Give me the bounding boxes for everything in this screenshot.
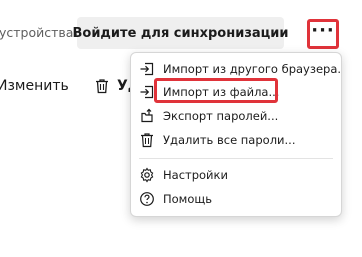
highlight-annotation	[154, 78, 278, 103]
sync-signin-button[interactable]: Войдите для синхронизации	[72, 17, 289, 49]
export-icon	[139, 108, 155, 124]
menu-item-export-passwords[interactable]: Экспорт паролей...	[131, 105, 341, 127]
menu-item-settings[interactable]: Настройки	[131, 164, 341, 186]
menu-item-import-from-browser[interactable]: Импорт из другого браузера...	[131, 58, 341, 80]
devices-text: устройствах	[0, 25, 81, 40]
menu-item-label: Помощь	[163, 192, 213, 206]
more-options-menu: Импорт из другого браузера... Импорт из …	[130, 52, 342, 217]
edit-button[interactable]: Изменить	[0, 78, 69, 94]
menu-item-label: Удалить все пароли...	[163, 133, 296, 147]
menu-item-label: Импорт из другого браузера...	[163, 62, 342, 76]
menu-item-delete-all-passwords[interactable]: Удалить все пароли...	[131, 129, 341, 151]
import-icon	[139, 84, 155, 100]
menu-item-label: Экспорт паролей...	[163, 109, 279, 123]
menu-item-label: Настройки	[163, 168, 228, 182]
import-icon	[139, 61, 155, 77]
help-icon	[139, 191, 155, 207]
menu-item-help[interactable]: Помощь	[131, 188, 341, 210]
password-manager-view: устройствах Войдите для синхронизации ··…	[0, 0, 362, 257]
menu-divider	[139, 158, 333, 159]
trash-icon	[139, 132, 155, 148]
trash-icon[interactable]	[95, 78, 109, 94]
more-dots-icon: ···	[311, 19, 335, 41]
gear-icon	[139, 167, 155, 183]
more-options-button[interactable]: ···	[307, 19, 339, 49]
